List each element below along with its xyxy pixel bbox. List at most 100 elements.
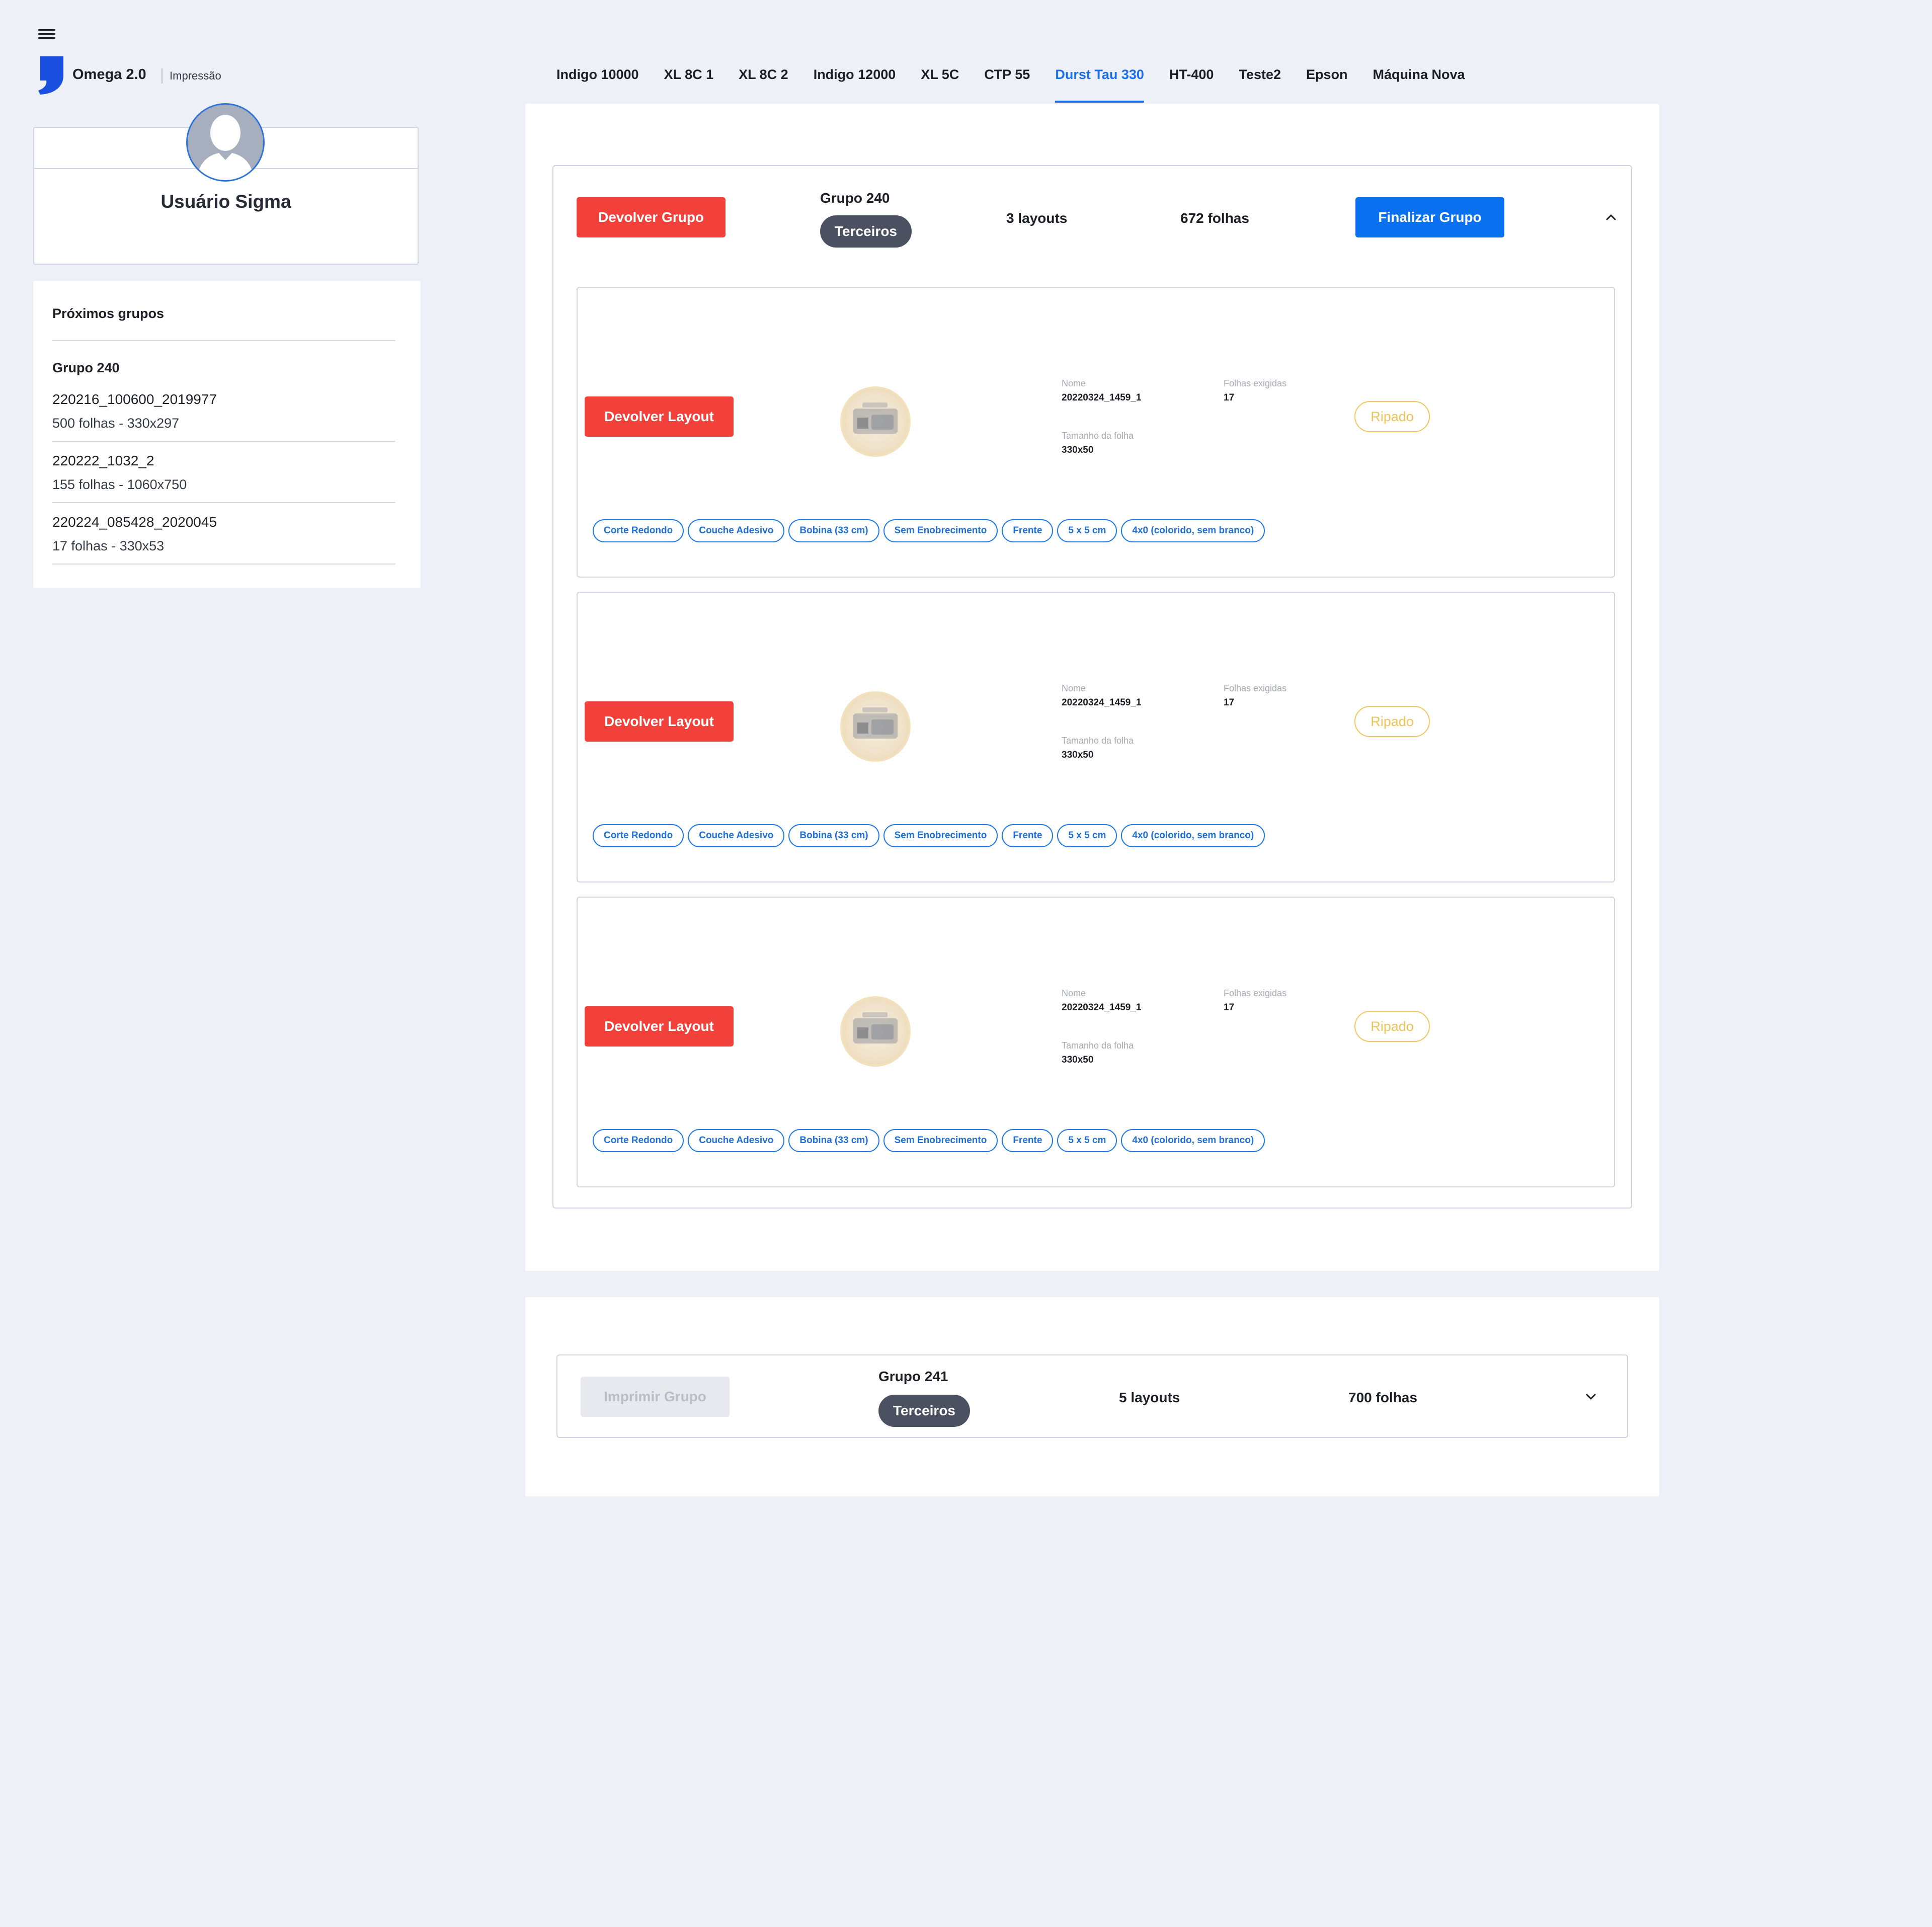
- group-name: Grupo 241: [878, 1369, 948, 1384]
- list-item[interactable]: 220222_1032_2 155 folhas - 1060x750: [52, 453, 395, 493]
- layout-name: 20220324_1459_1: [1062, 697, 1142, 708]
- tab-indigo-12000[interactable]: Indigo 12000: [814, 64, 896, 103]
- tab-indigo-10000[interactable]: Indigo 10000: [556, 64, 639, 103]
- list-item-meta: 155 folhas - 1060x750: [52, 477, 187, 492]
- next-groups-card: Próximos grupos Grupo 240 220216_100600_…: [33, 281, 421, 588]
- layout-name: 20220324_1459_1: [1062, 392, 1142, 403]
- required-sheets-value: 17: [1224, 697, 1235, 708]
- menu-icon[interactable]: [38, 28, 55, 41]
- required-sheets-label: Folhas exigidas: [1224, 988, 1287, 998]
- group-layouts-count: 3 layouts: [1006, 210, 1068, 226]
- return-layout-button[interactable]: Devolver Layout: [585, 396, 734, 437]
- tag: 4x0 (colorido, sem branco): [1121, 1129, 1265, 1152]
- list-divider: [52, 441, 395, 442]
- app-section: Impressão: [170, 69, 221, 82]
- tab-ht-400[interactable]: HT-400: [1169, 64, 1214, 103]
- tab-xl-5c[interactable]: XL 5C: [921, 64, 959, 103]
- next-groups-divider: [52, 340, 395, 341]
- tag: Bobina (33 cm): [788, 1129, 879, 1152]
- group-type-badge: Terceiros: [878, 1395, 970, 1427]
- return-layout-button[interactable]: Devolver Layout: [585, 1006, 734, 1047]
- tag: Bobina (33 cm): [788, 519, 879, 542]
- tag: 4x0 (colorido, sem branco): [1121, 824, 1265, 847]
- list-item-code: 220222_1032_2: [52, 453, 154, 468]
- sheet-size-label: Tamanho da folha: [1062, 736, 1134, 746]
- tag: 5 x 5 cm: [1057, 1129, 1117, 1152]
- avatar: [186, 103, 265, 182]
- label-art-icon: [853, 403, 898, 434]
- machine-tabs: Indigo 10000 XL 8C 1 XL 8C 2 Indigo 1200…: [556, 64, 1490, 103]
- layout-thumbnail: [840, 386, 911, 457]
- list-item-code: 220216_100600_2019977: [52, 391, 217, 407]
- list-item-meta: 17 folhas - 330x53: [52, 538, 165, 553]
- tag: Couche Adesivo: [688, 824, 785, 847]
- sheet-size-value: 330x50: [1062, 445, 1094, 455]
- required-sheets-label: Folhas exigidas: [1224, 683, 1287, 693]
- tab-durst-tau-330[interactable]: Durst Tau 330: [1055, 64, 1144, 103]
- omega-logo-icon: [38, 56, 63, 95]
- print-group-button[interactable]: Imprimir Grupo: [581, 1377, 730, 1417]
- tab-xl-8c-2[interactable]: XL 8C 2: [739, 64, 788, 103]
- sheet-size-label: Tamanho da folha: [1062, 1040, 1134, 1051]
- tag: Frente: [1002, 824, 1054, 847]
- list-item-code: 220224_085428_2020045: [52, 514, 217, 530]
- name-label: Nome: [1062, 683, 1086, 693]
- tab-ctp-55[interactable]: CTP 55: [984, 64, 1030, 103]
- tag: Corte Redondo: [593, 1129, 684, 1152]
- tag: Sem Enobrecimento: [883, 824, 998, 847]
- layout-tags: Corte Redondo Couche Adesivo Bobina (33 …: [593, 519, 1265, 542]
- brand-divider: [162, 68, 163, 84]
- tab-xl-8c-1[interactable]: XL 8C 1: [664, 64, 714, 103]
- status-badge: Ripado: [1354, 1011, 1430, 1042]
- tag: Corte Redondo: [593, 519, 684, 542]
- finish-group-button[interactable]: Finalizar Grupo: [1355, 197, 1504, 237]
- tag: Bobina (33 cm): [788, 824, 879, 847]
- required-sheets-value: 17: [1224, 392, 1235, 403]
- list-divider: [52, 564, 395, 565]
- status-badge: Ripado: [1354, 401, 1430, 432]
- tag: 4x0 (colorido, sem branco): [1121, 519, 1265, 542]
- sheet-size-value: 330x50: [1062, 1055, 1094, 1065]
- layout-tags: Corte Redondo Couche Adesivo Bobina (33 …: [593, 824, 1265, 847]
- tab-teste2[interactable]: Teste2: [1239, 64, 1281, 103]
- label-art-icon: [853, 1012, 898, 1043]
- next-group-name: Grupo 240: [52, 360, 120, 375]
- return-group-button[interactable]: Devolver Grupo: [577, 197, 726, 237]
- required-sheets-label: Folhas exigidas: [1224, 378, 1287, 388]
- group-sheets-count: 700 folhas: [1348, 1390, 1417, 1405]
- tag: Sem Enobrecimento: [883, 519, 998, 542]
- return-layout-button[interactable]: Devolver Layout: [585, 701, 734, 742]
- status-badge: Ripado: [1354, 706, 1430, 737]
- tab-epson[interactable]: Epson: [1306, 64, 1348, 103]
- tag: 5 x 5 cm: [1057, 519, 1117, 542]
- list-item-meta: 500 folhas - 330x297: [52, 416, 180, 431]
- group-layouts-count: 5 layouts: [1119, 1390, 1180, 1405]
- tag: Couche Adesivo: [688, 1129, 785, 1152]
- layout-tags: Corte Redondo Couche Adesivo Bobina (33 …: [593, 1129, 1265, 1152]
- tag: Frente: [1002, 1129, 1054, 1152]
- name-label: Nome: [1062, 378, 1086, 388]
- list-item[interactable]: 220224_085428_2020045 17 folhas - 330x53: [52, 514, 395, 554]
- layout-thumbnail: [840, 691, 911, 762]
- layout-thumbnail: [840, 996, 911, 1067]
- tag: Frente: [1002, 519, 1054, 542]
- sheet-size-label: Tamanho da folha: [1062, 431, 1134, 441]
- group-sheets-count: 672 folhas: [1180, 210, 1249, 226]
- sheet-size-value: 330x50: [1062, 750, 1094, 760]
- tag: 5 x 5 cm: [1057, 824, 1117, 847]
- label-art-icon: [853, 707, 898, 739]
- chevron-up-icon[interactable]: [1604, 210, 1618, 224]
- name-label: Nome: [1062, 988, 1086, 998]
- user-name: Usuário Sigma: [160, 191, 291, 212]
- tab-maquina-nova[interactable]: Máquina Nova: [1373, 64, 1465, 103]
- app-name: Omega 2.0: [72, 66, 146, 83]
- next-groups-title: Próximos grupos: [52, 306, 165, 321]
- chevron-down-icon[interactable]: [1584, 1390, 1598, 1404]
- tag: Sem Enobrecimento: [883, 1129, 998, 1152]
- layout-name: 20220324_1459_1: [1062, 1002, 1142, 1013]
- list-item[interactable]: 220216_100600_2019977 500 folhas - 330x2…: [52, 391, 395, 431]
- user-silhouette-icon: [197, 115, 254, 180]
- group-type-badge: Terceiros: [820, 215, 912, 248]
- required-sheets-value: 17: [1224, 1002, 1235, 1013]
- group-name: Grupo 240: [820, 190, 890, 206]
